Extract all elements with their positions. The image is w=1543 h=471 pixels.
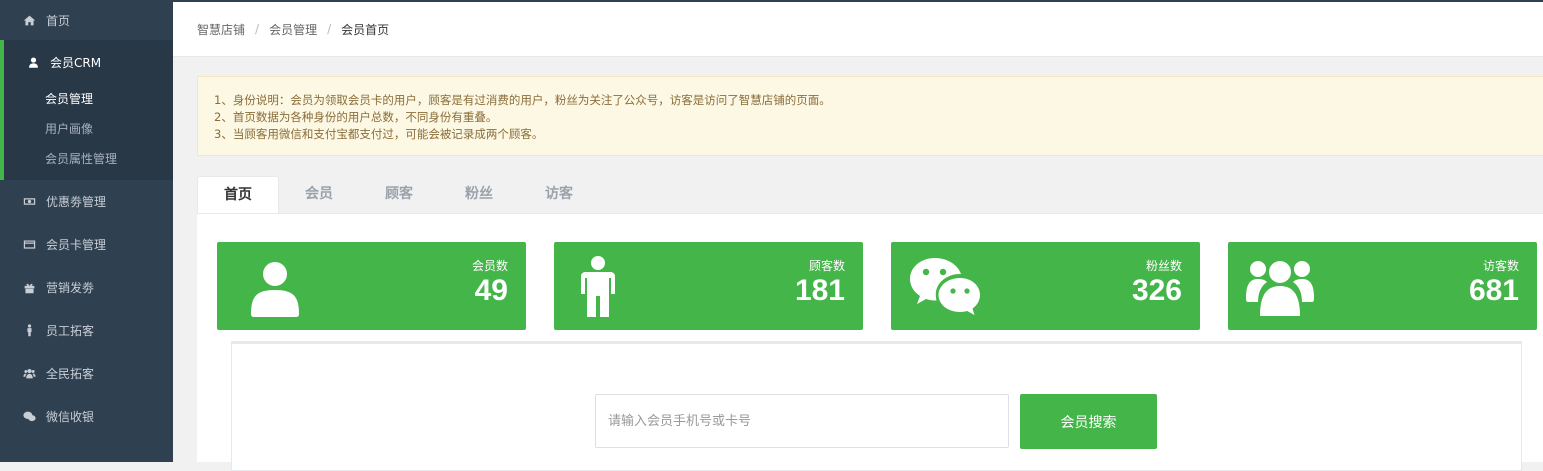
member-search-input[interactable] bbox=[595, 394, 1009, 448]
stat-value: 326 bbox=[1131, 274, 1182, 307]
users-icon bbox=[1246, 256, 1314, 318]
identity-notice: 1、身份说明：会员为领取会员卡的用户，顾客是有过消费的用户，粉丝为关注了公众号，… bbox=[197, 76, 1543, 156]
male-icon bbox=[22, 324, 36, 338]
stat-card-fans[interactable]: 粉丝数 326 bbox=[891, 242, 1200, 330]
breadcrumb: 智慧店铺 / 会员管理 / 会员首页 bbox=[173, 0, 1543, 57]
subnav-item-member-manage[interactable]: 会员管理 bbox=[4, 84, 173, 114]
nav-item-label: 微信收银 bbox=[46, 410, 95, 424]
users-icon bbox=[22, 367, 36, 381]
stat-label: 粉丝数 bbox=[1145, 259, 1182, 273]
wechat-icon bbox=[909, 256, 981, 318]
sidebar: 首页 会员CRM 会员管理 用户画像 会员属性管理 优惠劵管理 会员卡管理 营销… bbox=[0, 0, 173, 462]
credit-card-icon bbox=[22, 238, 36, 252]
nav-item-wechat-cashier[interactable]: 微信收银 bbox=[0, 395, 173, 438]
gift-icon bbox=[22, 281, 36, 295]
tab-bar: 首页 会员 顾客 粉丝 访客 bbox=[197, 176, 1543, 215]
tab-home[interactable]: 首页 bbox=[197, 176, 279, 215]
stat-value: 181 bbox=[794, 274, 845, 307]
male-icon bbox=[580, 256, 644, 318]
subnav: 会员管理 用户画像 会员属性管理 bbox=[4, 84, 173, 180]
nav-item-public-acquisition[interactable]: 全民拓客 bbox=[0, 352, 173, 395]
tab-members[interactable]: 会员 bbox=[279, 176, 359, 213]
stat-label: 访客数 bbox=[1482, 259, 1519, 273]
nav-item-coupons[interactable]: 优惠劵管理 bbox=[0, 180, 173, 223]
stat-label: 顾客数 bbox=[808, 259, 845, 273]
nav-item-home[interactable]: 首页 bbox=[0, 0, 173, 40]
breadcrumb-separator: / bbox=[327, 22, 332, 36]
home-icon bbox=[22, 13, 36, 27]
nav-item-label: 营销发劵 bbox=[46, 281, 95, 295]
notice-line: 2、首页数据为各种身份的用户总数，不同身份有重叠。 bbox=[214, 110, 498, 124]
nav-item-marketing[interactable]: 营销发劵 bbox=[0, 266, 173, 309]
breadcrumb-separator: / bbox=[255, 22, 260, 36]
nav-item-label: 会员卡管理 bbox=[46, 238, 107, 252]
member-search-button[interactable]: 会员搜索 bbox=[1020, 394, 1157, 449]
nav-item-label: 首页 bbox=[46, 13, 71, 28]
stat-card-customers[interactable]: 顾客数 181 bbox=[554, 242, 863, 330]
breadcrumb-smart-store[interactable]: 智慧店铺 bbox=[197, 21, 245, 38]
stat-card-members[interactable]: 会员数 49 bbox=[217, 242, 526, 330]
nav-item-label: 优惠劵管理 bbox=[46, 195, 107, 209]
stat-label: 会员数 bbox=[471, 259, 508, 273]
user-icon bbox=[243, 256, 307, 318]
tab-visitors[interactable]: 访客 bbox=[519, 176, 599, 213]
nav-group-member-crm: 会员CRM 会员管理 用户画像 会员属性管理 bbox=[0, 40, 173, 180]
breadcrumb-member-manage[interactable]: 会员管理 bbox=[269, 21, 317, 38]
stat-card-visitors[interactable]: 访客数 681 bbox=[1228, 242, 1537, 330]
nav-item-label: 员工拓客 bbox=[46, 324, 95, 338]
nav-item-staff-acquisition[interactable]: 员工拓客 bbox=[0, 309, 173, 352]
notice-line: 3、当顾客用微信和支付宝都支付过，可能会被记录成两个顾客。 bbox=[214, 127, 544, 141]
tab-fans[interactable]: 粉丝 bbox=[439, 176, 519, 213]
money-icon bbox=[22, 195, 36, 209]
stat-value: 681 bbox=[1468, 274, 1519, 307]
breadcrumb-member-home: 会员首页 bbox=[341, 22, 390, 37]
member-search-panel: 会员搜索 bbox=[231, 341, 1522, 471]
nav-item-label: 全民拓客 bbox=[46, 367, 95, 381]
nav-item-label: 会员CRM bbox=[50, 55, 102, 70]
tab-customers[interactable]: 顾客 bbox=[359, 176, 439, 213]
stat-value: 49 bbox=[474, 274, 508, 307]
wechat-icon bbox=[22, 410, 36, 424]
nav-item-member-crm[interactable]: 会员CRM bbox=[4, 40, 173, 84]
user-icon bbox=[26, 55, 40, 69]
subnav-item-user-profile[interactable]: 用户画像 bbox=[4, 114, 173, 144]
tab-panel: 会员数 49 顾客数 181 粉丝数 326 访客数 681 会员搜索 bbox=[197, 213, 1543, 471]
main-content: 智慧店铺 / 会员管理 / 会员首页 1、身份说明：会员为领取会员卡的用户，顾客… bbox=[173, 0, 1543, 471]
stat-cards: 会员数 49 顾客数 181 粉丝数 326 访客数 681 bbox=[217, 242, 1537, 330]
nav-item-member-cards[interactable]: 会员卡管理 bbox=[0, 223, 173, 266]
notice-line: 1、身份说明：会员为领取会员卡的用户，顾客是有过消费的用户，粉丝为关注了公众号，… bbox=[214, 93, 831, 107]
subnav-item-member-attributes[interactable]: 会员属性管理 bbox=[4, 144, 173, 174]
